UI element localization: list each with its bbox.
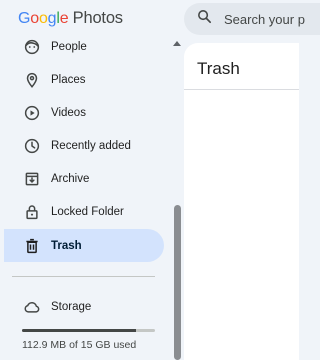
clock-icon [23,137,41,155]
google-photos-logo[interactable]: Google Photos [18,9,123,28]
sidebar-item-storage[interactable]: Storage [4,292,164,322]
sidebar-item-recently-added[interactable]: Recently added [4,129,164,162]
sidebar-item-label: Locked Folder [51,205,124,218]
sidebar-item-trash[interactable]: Trash [4,229,164,262]
sidebar-item-label: People [51,40,87,53]
sidebar-item-places[interactable]: Places [4,63,164,96]
sidebar-item-videos[interactable]: Videos [4,96,164,129]
main-content-panel: Trash [184,43,299,360]
storage-progress-fill [22,329,137,332]
page-title: Trash [197,59,240,78]
sidebar-item-label: Recently added [51,139,131,152]
sidebar-divider [12,276,155,277]
storage-usage-text: 112.9 MB of 15 GB used [22,339,137,351]
sidebar-item-locked-folder[interactable]: Locked Folder [4,195,164,228]
sidebar-item-label: Trash [51,239,82,252]
lock-icon [23,203,41,221]
logo-letter: o [38,10,48,27]
storage-label: Storage [51,301,92,313]
sidebar-item-label: Archive [51,172,90,185]
logo-letter: e [59,10,69,27]
search-input-placeholder[interactable]: Search your p [224,12,305,27]
archive-icon [23,170,41,188]
storage-progress-bar [22,329,155,332]
sidebar-item-archive[interactable]: Archive [4,162,164,195]
scroll-up-arrow-icon[interactable] [173,41,181,46]
search-bar[interactable]: Search your p [184,3,320,35]
cloud-icon [23,298,41,316]
logo-letter: G [18,10,31,27]
sidebar-item-people[interactable]: People [4,30,164,63]
app-name: Photos [72,9,123,27]
trash-icon [23,237,41,255]
logo-letter: o [30,10,39,27]
title-divider [184,89,299,90]
play-circle-icon [23,104,41,122]
location-pin-icon [23,71,41,89]
search-icon[interactable] [196,8,213,30]
sidebar-scrollbar-thumb[interactable] [174,205,181,360]
people-face-icon [23,38,41,56]
sidebar-item-label: Videos [51,106,86,119]
sidebar-item-label: Places [51,73,86,86]
